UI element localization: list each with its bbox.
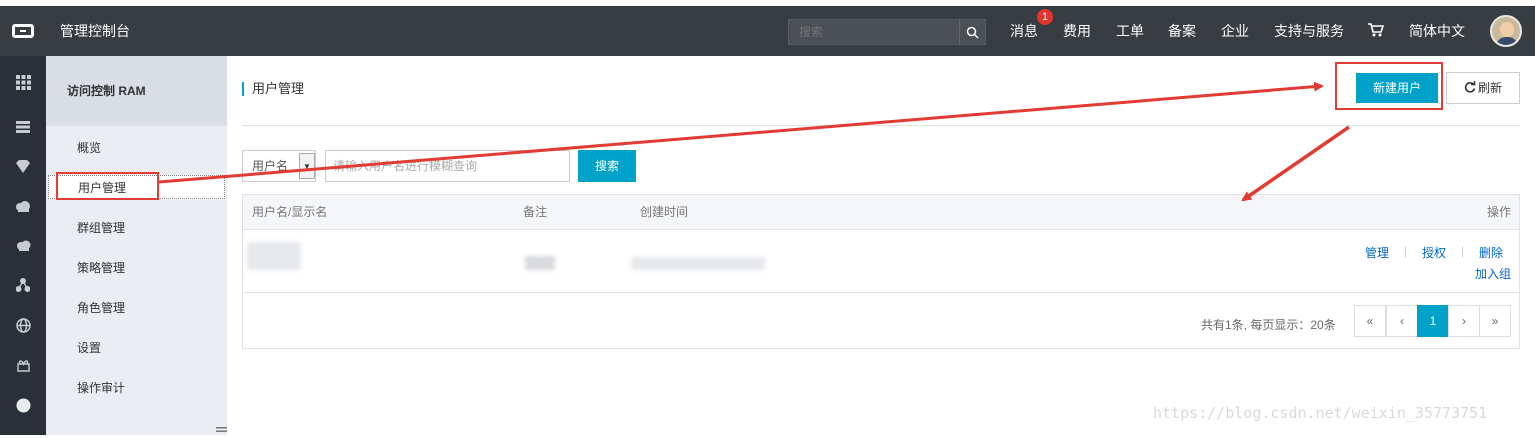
global-search	[788, 19, 986, 45]
filter-field-value: 用户名	[252, 159, 289, 173]
action-separator: |	[1461, 244, 1465, 258]
network-icon[interactable]	[14, 276, 32, 294]
action-separator: |	[1404, 244, 1408, 258]
col-username: 用户名/显示名	[252, 205, 328, 219]
sidebar-item-overview[interactable]: 概览	[77, 139, 101, 156]
authorize-link[interactable]: 授权	[1422, 244, 1446, 261]
search-icon[interactable]	[959, 20, 985, 44]
circle-icon[interactable]	[14, 396, 32, 414]
table-row: 管理 | 授权 | 删除 加入组	[243, 230, 1519, 293]
page-1-button[interactable]: 1	[1417, 305, 1449, 337]
nav-tickets[interactable]: 工单	[1116, 6, 1144, 56]
side-menu-header: 访问控制 RAM	[46, 56, 227, 126]
gift-icon[interactable]	[14, 356, 32, 374]
user-table: 用户名/显示名 备注 创建时间 操作 管理 | 授权 | 删除 加入组 共有1条…	[242, 194, 1520, 349]
sidebar-item-settings[interactable]: 设置	[77, 339, 101, 356]
main-content: 用户管理 新建用户 刷新 用户名 ▼ 搜索 用户名/显示名 备注 创建时间 操作…	[227, 56, 1535, 435]
page-title: 用户管理	[242, 82, 304, 96]
sidebar-item-audit[interactable]: 操作审计	[77, 379, 125, 396]
annotation-box-new-user	[1335, 62, 1443, 110]
col-actions: 操作	[1486, 205, 1511, 219]
aliyun-logo-icon[interactable]	[0, 6, 46, 56]
nav-icp[interactable]: 备案	[1168, 6, 1196, 56]
redacted-created-time	[631, 257, 765, 270]
server-icon[interactable]	[14, 118, 32, 136]
cloud-icon[interactable]	[14, 197, 32, 215]
nav-billing[interactable]: 费用	[1063, 6, 1091, 56]
filter-field-select[interactable]: 用户名 ▼	[242, 150, 316, 182]
top-navigation-bar: 管理控制台 消息 费用 工单 备案 企业 支持与服务 简体中文	[0, 6, 1535, 56]
sidebar-item-roles[interactable]: 角色管理	[77, 299, 125, 316]
refresh-button[interactable]: 刷新	[1446, 72, 1520, 104]
watermark: https://blog.csdn.net/weixin_35773751	[1153, 404, 1488, 422]
redacted-remark	[525, 256, 555, 270]
last-page-button[interactable]: »	[1479, 305, 1511, 337]
table-header: 用户名/显示名 备注 创建时间 操作	[243, 195, 1519, 230]
header-divider	[242, 125, 1520, 126]
redacted-username	[247, 242, 301, 270]
shield-icon[interactable]	[14, 157, 32, 175]
col-remark: 备注	[523, 205, 548, 219]
sidebar-item-groups[interactable]: 群组管理	[77, 219, 125, 236]
message-badge: 1	[1037, 9, 1053, 25]
username-query-input[interactable]	[325, 150, 570, 182]
avatar[interactable]	[1490, 15, 1522, 47]
first-page-button[interactable]: «	[1354, 305, 1386, 337]
nav-enterprise[interactable]: 企业	[1221, 6, 1249, 56]
console-title[interactable]: 管理控制台	[60, 6, 130, 56]
ram-side-menu: 访问控制 RAM 概览 用户管理 群组管理 策略管理 角色管理 设置 操作审计	[46, 56, 227, 435]
sidebar-item-policies[interactable]: 策略管理	[77, 259, 125, 276]
nav-language[interactable]: 简体中文	[1409, 6, 1465, 56]
pagination-summary: 共有1条, 每页显示：20条	[1201, 318, 1336, 332]
next-page-button[interactable]: ›	[1448, 305, 1480, 337]
nav-messages[interactable]: 消息	[1010, 6, 1038, 56]
cloud-upload-icon[interactable]	[14, 236, 32, 254]
refresh-label: 刷新	[1477, 81, 1502, 95]
manage-link[interactable]: 管理	[1365, 244, 1389, 261]
grid-icon[interactable]	[14, 73, 32, 91]
cart-icon[interactable]	[1368, 23, 1385, 40]
collapse-menu-icon[interactable]	[216, 424, 227, 435]
search-button[interactable]: 搜索	[578, 150, 636, 182]
annotation-box-users	[56, 172, 159, 200]
delete-link[interactable]: 删除	[1479, 244, 1503, 261]
col-created: 创建时间	[640, 205, 689, 219]
chevron-down-icon: ▼	[299, 153, 315, 179]
prev-page-button[interactable]: ‹	[1386, 305, 1418, 337]
refresh-icon	[1464, 74, 1476, 104]
nav-support[interactable]: 支持与服务	[1274, 6, 1344, 56]
add-to-group-link[interactable]: 加入组	[1475, 265, 1511, 282]
globe-icon[interactable]	[14, 316, 32, 334]
global-search-input[interactable]	[789, 20, 959, 44]
product-icon-rail	[0, 56, 46, 435]
